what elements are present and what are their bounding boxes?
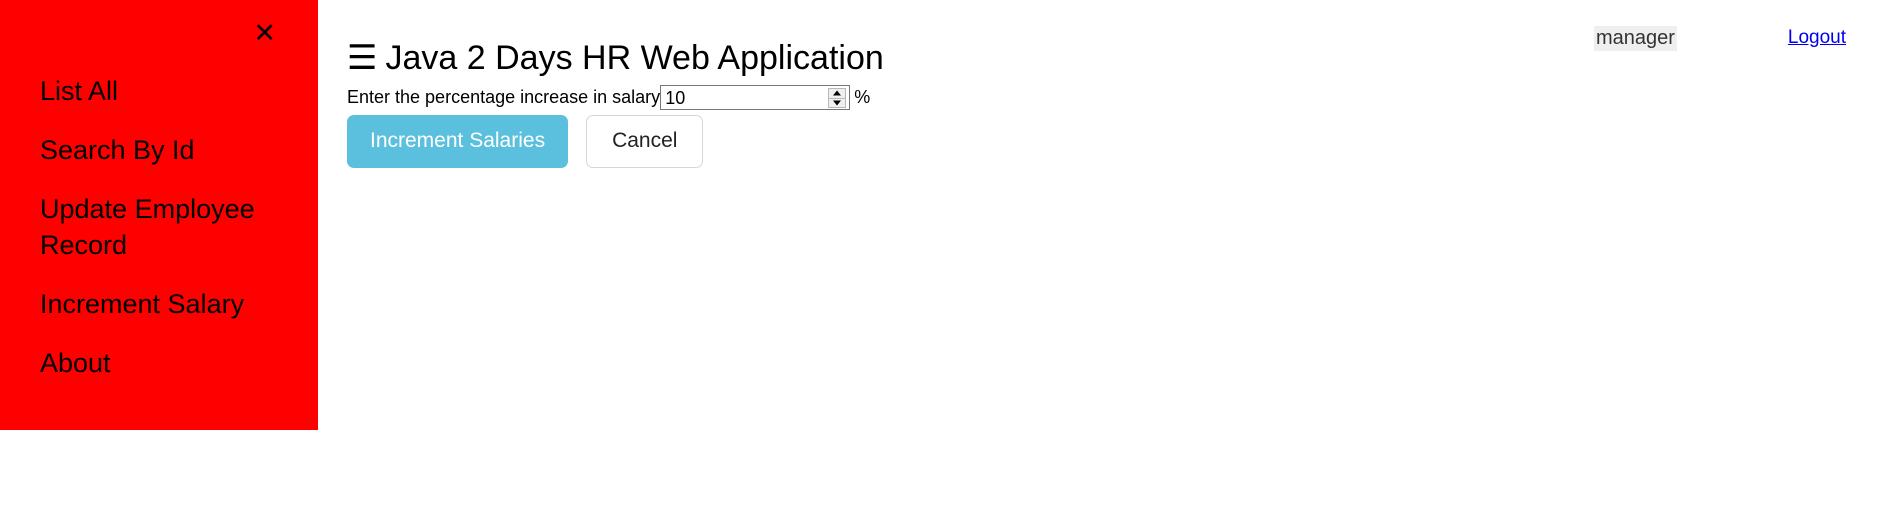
main-content: manager Logout ☰ Java 2 Days HR Web Appli… <box>318 0 1888 517</box>
page-title: ☰ Java 2 Days HR Web Application <box>347 38 884 78</box>
user-session-strip: manager Logout <box>1548 22 1888 56</box>
percentage-input-value: 10 <box>665 88 686 108</box>
cancel-button[interactable]: Cancel <box>586 115 704 168</box>
percent-sign-label: % <box>854 87 871 107</box>
page-title-text: Java 2 Days HR Web Application <box>385 39 884 77</box>
chevron-up-icon[interactable] <box>829 89 846 99</box>
close-icon[interactable]: ✕ <box>253 20 276 47</box>
sidebar-item-update-employee-record[interactable]: Update Employee Record <box>40 192 300 264</box>
hamburger-icon[interactable]: ☰ <box>347 38 377 78</box>
form-actions: Increment Salaries Cancel <box>347 115 704 168</box>
sidebar-menu: List All Search By Id Update Employee Re… <box>40 74 300 381</box>
logout-link[interactable]: Logout <box>1788 27 1846 49</box>
sidebar-item-list-all[interactable]: List All <box>40 74 300 110</box>
username-label: manager <box>1594 26 1677 51</box>
sidebar-nav-panel: ✕ List All Search By Id Update Employee … <box>0 0 318 430</box>
chevron-down-icon[interactable] <box>829 99 845 108</box>
sidebar-item-increment-salary[interactable]: Increment Salary <box>40 287 300 323</box>
sidebar-item-search-by-id[interactable]: Search By Id <box>40 133 300 169</box>
percentage-form-row: Enter the percentage increase in salary … <box>347 85 870 110</box>
percentage-label: Enter the percentage increase in salary <box>347 87 661 107</box>
percentage-stepper[interactable] <box>828 88 847 108</box>
percentage-input[interactable]: 10 <box>660 85 851 110</box>
sidebar-item-about[interactable]: About <box>40 346 300 382</box>
increment-salaries-button[interactable]: Increment Salaries <box>347 115 569 168</box>
